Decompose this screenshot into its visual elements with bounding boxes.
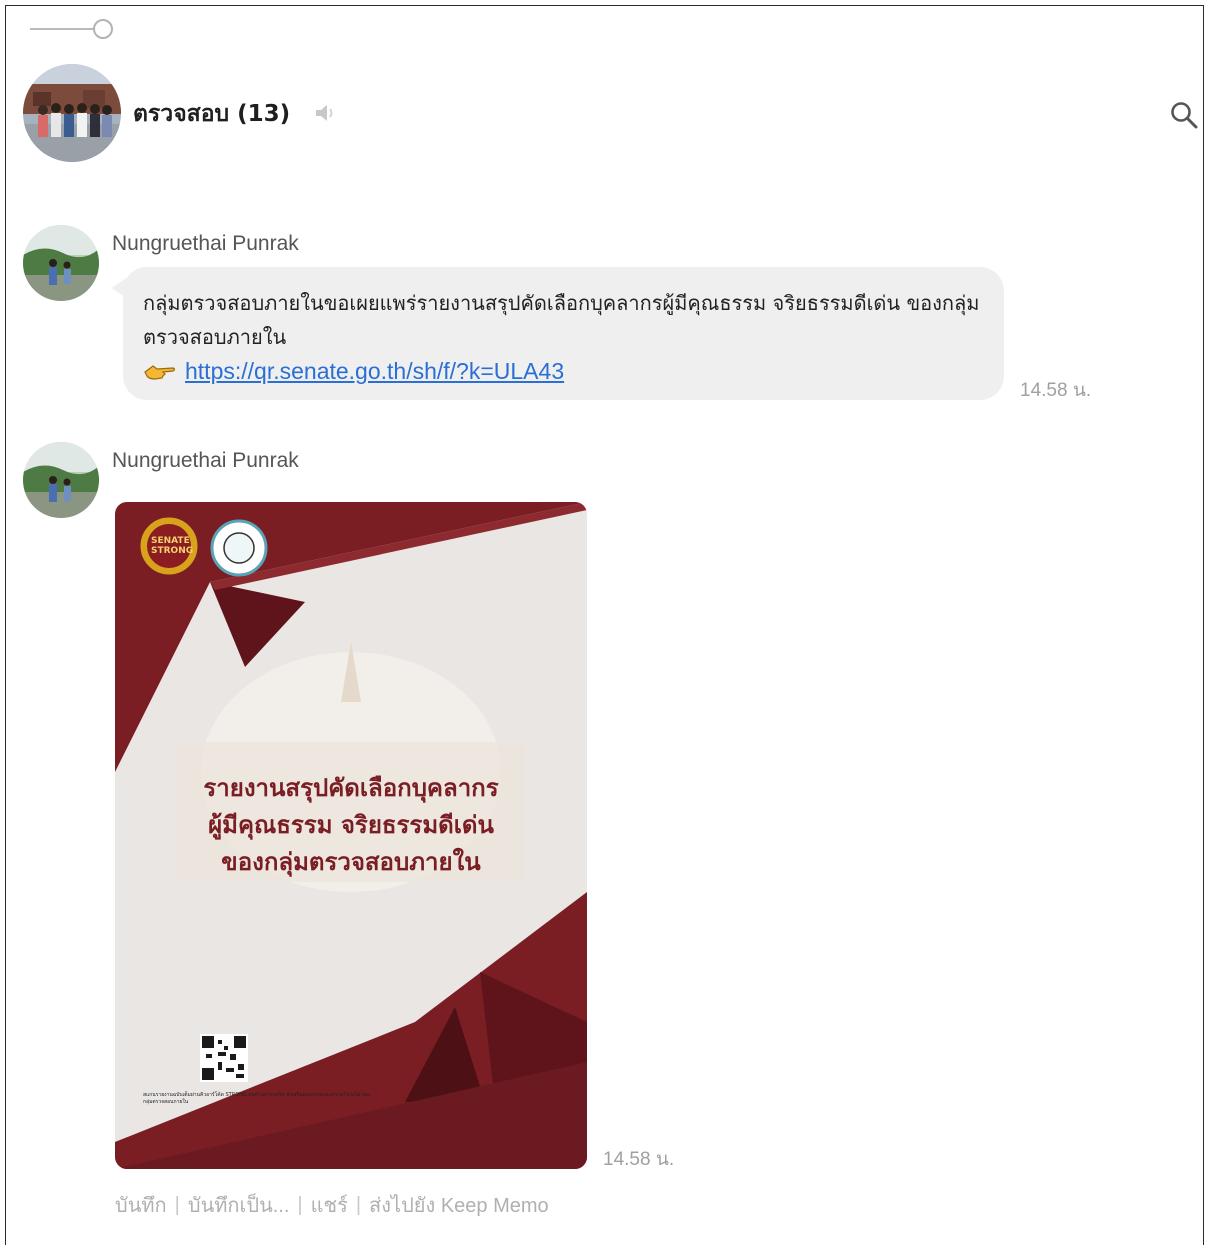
separator: | <box>355 1193 362 1216</box>
sender-name: Nungruethai Punrak <box>112 232 299 255</box>
separator: | <box>297 1193 303 1216</box>
share-button[interactable]: แชร์ <box>311 1189 348 1221</box>
group-photo <box>23 64 121 162</box>
sender-photo <box>23 442 99 518</box>
speaker-muted-icon <box>316 105 333 121</box>
group-avatar[interactable] <box>23 64 121 162</box>
sender-avatar[interactable] <box>23 442 99 518</box>
poster-title: รายงานสรุปคัดเลือกบุคลากร ผู้มีคุณธรรม จ… <box>115 770 587 881</box>
message-text: กลุ่มตรวจสอบภายในขอเผยแพร่รายงานสรุปคัดเ… <box>143 291 980 349</box>
pointing-hand-icon <box>144 365 176 380</box>
message-link-row: https://qr.senate.go.th/sh/f/?k=ULA43 <box>143 355 564 387</box>
senate-strong-logo-text: SENATE STRONG <box>151 536 194 556</box>
poster-title-line: รายงานสรุปคัดเลือกบุคลากร <box>203 774 499 802</box>
slider-track <box>30 28 96 30</box>
separator: | <box>174 1193 180 1216</box>
search-icon[interactable] <box>1169 100 1199 130</box>
save-as-button[interactable]: บันทึกเป็น... <box>188 1189 290 1221</box>
message-time: 14.58 น. <box>603 1149 675 1170</box>
keep-memo-button[interactable]: ส่งไปยัง Keep Memo <box>369 1189 549 1221</box>
shared-image[interactable]: รายงานสรุปคัดเลือกบุคลากร ผู้มีคุณธรรม จ… <box>115 502 587 1169</box>
save-button[interactable]: บันทึก <box>115 1189 167 1221</box>
sender-name: Nungruethai Punrak <box>112 449 299 472</box>
message-time: 14.58 น. <box>1020 380 1092 401</box>
sender-avatar[interactable] <box>23 225 99 301</box>
poster-title-line: ผู้มีคุณธรรม จริยธรรมดีเด่น <box>208 811 494 839</box>
image-action-bar: บันทึก | บันทึกเป็น... | แชร์ | ส่งไปยัง… <box>115 1189 549 1221</box>
poster-caption: สแกนรายงานฉบับเต็มผ่านคิวอาร์โค้ด STRONG… <box>143 1092 371 1105</box>
sender-photo <box>23 225 99 301</box>
chat-title: ตรวจสอบ (13) <box>133 101 291 127</box>
font-size-slider[interactable] <box>30 19 114 39</box>
message-link[interactable]: https://qr.senate.go.th/sh/f/?k=ULA43 <box>185 358 564 385</box>
poster-title-line: ของกลุ่มตรวจสอบภายใน <box>221 848 481 876</box>
slider-knob[interactable] <box>93 19 113 39</box>
